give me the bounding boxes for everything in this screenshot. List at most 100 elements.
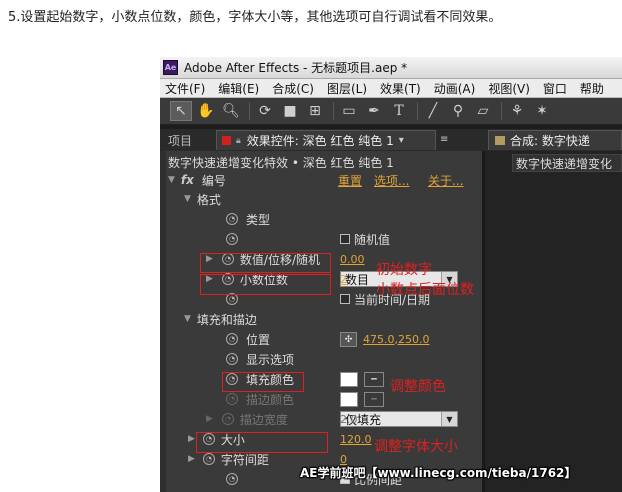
stopwatch-icon[interactable]: ◔ — [226, 213, 238, 225]
value-field[interactable]: 0.00 — [340, 253, 365, 266]
menu-view[interactable]: 视图(V) — [488, 80, 530, 97]
toolbar-divider — [333, 102, 334, 120]
rotate-tool-icon[interactable]: ⟳ — [254, 101, 276, 121]
rectangle-tool-icon[interactable]: ▭ — [338, 101, 360, 121]
size-field[interactable]: 120.0 — [340, 433, 372, 446]
menu-bar: 文件(F) 编辑(E) 合成(C) 图层(L) 效果(T) 动画(A) 视图(V… — [160, 79, 622, 98]
position-row: ◔ 位置 — [226, 329, 270, 349]
eyedropper-icon[interactable]: ━ — [364, 372, 384, 387]
camera-tool-icon[interactable]: ■ — [279, 101, 301, 121]
display-dropdown[interactable]: 仅填充 ▼ — [340, 411, 458, 427]
fill-stroke-group-row[interactable]: ▼ 填充和描边 — [184, 309, 257, 329]
stroke-width-row: ▶ ◔ 描边宽度 — [206, 409, 288, 429]
value-field-row: 0.00 — [340, 249, 365, 269]
display-row: ◔ 显示选项 — [226, 349, 294, 369]
position-field-row: 475.0,250.0 — [363, 329, 429, 349]
menu-help[interactable]: 帮助 — [580, 80, 604, 97]
title-bar: Ae Adobe After Effects - 无标题项目.aep * — [160, 57, 622, 79]
effect-header-row: ▼ fx 编号 重置 选项... 关于... — [168, 170, 478, 190]
ae-logo: Ae — [163, 60, 178, 75]
stopwatch-icon[interactable]: ◔ — [226, 473, 238, 485]
random-checkbox-row: 随机值 — [340, 229, 390, 249]
format-label: 格式 — [196, 192, 221, 207]
annotation-initial-number: 初始数字 — [376, 262, 432, 278]
tab-composition-label: 合成: 数字快递 — [510, 134, 590, 148]
close-icon[interactable]: ▾ — [399, 135, 404, 146]
tab-effect-controls[interactable]: 🔒︎ 效果控件: 深色 红色 纯色 1 ▾ — [216, 130, 436, 150]
stroke-color-label: 描边颜色 — [246, 392, 295, 407]
stroke-width-field-row: 2.0 — [340, 409, 358, 429]
pan-behind-tool-icon[interactable]: ⊞ — [304, 101, 326, 121]
eraser-tool-icon[interactable]: ▱ — [472, 101, 494, 121]
menu-layer[interactable]: 图层(L) — [327, 80, 367, 97]
fill-color-swatch[interactable] — [340, 372, 358, 387]
toolbar-divider — [417, 102, 418, 120]
stopwatch-icon[interactable]: ◔ — [226, 333, 238, 345]
annotation-adjust-font-size: 调整字体大小 — [374, 439, 458, 455]
eyedropper-icon[interactable]: ━ — [364, 392, 384, 407]
expand-triangle-icon[interactable]: ▼ — [184, 194, 191, 204]
menu-composition[interactable]: 合成(C) — [272, 80, 314, 97]
expand-triangle-icon[interactable]: ▼ — [168, 175, 175, 185]
expand-triangle-icon[interactable]: ▼ — [184, 314, 191, 324]
stopwatch-icon[interactable]: ◔ — [226, 393, 238, 405]
toolbar-divider — [249, 102, 250, 120]
watermark: AE学前班吧【www.linecg.com/tieba/1762】 — [300, 466, 577, 480]
stroke-color-swatch[interactable] — [340, 392, 358, 407]
stopwatch-icon[interactable]: ◔ — [226, 353, 238, 365]
pen-tool-icon[interactable]: ✒ — [363, 101, 385, 121]
expand-triangle-icon[interactable]: ▶ — [188, 434, 195, 444]
fx-icon[interactable]: fx — [181, 173, 194, 187]
expand-triangle-icon[interactable]: ▶ — [188, 454, 195, 464]
brush-tool-icon[interactable]: ╱ — [422, 101, 444, 121]
zoom-tool-icon[interactable]: 🔍︎ — [220, 101, 242, 121]
selection-tool-icon[interactable]: ↖ — [170, 101, 192, 121]
random-checkbox[interactable] — [340, 234, 350, 244]
stopwatch-icon[interactable]: ◔ — [202, 453, 215, 465]
menu-file[interactable]: 文件(F) — [165, 80, 205, 97]
current-time-checkbox[interactable] — [340, 294, 350, 304]
position-field[interactable]: 475.0,250.0 — [363, 333, 429, 346]
format-group-row[interactable]: ▼ 格式 — [184, 189, 221, 209]
tab-project[interactable]: 项目 — [168, 132, 192, 149]
decimals-field[interactable]: 2 — [340, 273, 347, 286]
annotation-adjust-color: 调整颜色 — [390, 379, 446, 395]
crosshair-icon[interactable]: ✣ — [340, 332, 357, 347]
options-link[interactable]: 选项... — [374, 172, 409, 189]
menu-effect[interactable]: 效果(T) — [380, 80, 421, 97]
chevron-down-icon: ▼ — [441, 412, 457, 426]
type-label: 类型 — [246, 212, 271, 227]
type-tool-icon[interactable]: T — [388, 101, 410, 121]
stroke-width-field: 2.0 — [340, 412, 358, 426]
panel-menu-icon[interactable]: ≡ — [440, 134, 448, 145]
reset-link[interactable]: 重置 — [338, 172, 362, 189]
stopwatch-icon[interactable]: ◔ — [221, 413, 234, 425]
red-square-icon — [222, 136, 231, 145]
hand-tool-icon[interactable]: ✋ — [195, 101, 217, 121]
panel-header: 数字快速递增变化特效 • 深色 红色 纯色 1 — [168, 156, 394, 170]
position-label: 位置 — [246, 332, 271, 347]
menu-animation[interactable]: 动画(A) — [434, 80, 476, 97]
random-label: 随机值 — [354, 232, 391, 247]
menu-window[interactable]: 窗口 — [543, 80, 567, 97]
type-value: 数目 — [345, 272, 370, 287]
stopwatch-icon[interactable]: ◔ — [226, 233, 238, 245]
puppet-tool-icon[interactable]: ✶ — [531, 101, 553, 121]
size-field-row: 120.0 — [340, 429, 372, 449]
panel-tab-row: 项目 🔒︎ 效果控件: 深色 红色 纯色 1 ▾ ≡ 合成: 数字快递 — [160, 129, 622, 151]
tab-composition[interactable]: 合成: 数字快递 — [488, 130, 622, 150]
about-link[interactable]: 关于... — [428, 172, 463, 189]
clone-stamp-tool-icon[interactable]: ⚲ — [447, 101, 469, 121]
tracking-label: 字符间距 — [220, 452, 269, 467]
expand-triangle-icon[interactable]: ▶ — [206, 414, 213, 424]
lock-icon[interactable]: 🔒︎ — [236, 136, 241, 146]
annotation-box-size — [196, 432, 328, 453]
menu-edit[interactable]: 编辑(E) — [218, 80, 259, 97]
annotation-decimal-places: 小数点后面位数 — [376, 282, 474, 298]
fill-stroke-label: 填充和描边 — [196, 312, 257, 327]
roto-brush-tool-icon[interactable]: ⚘ — [506, 101, 528, 121]
tools-panel: ↖ ✋ 🔍︎ ⟳ ■ ⊞ ▭ ✒ T ╱ ⚲ ▱ ⚘ ✶ — [160, 98, 622, 125]
type-row: ◔ 类型 — [226, 209, 270, 229]
decimals-field-row: 2 — [340, 269, 347, 289]
composition-panel — [485, 151, 622, 492]
